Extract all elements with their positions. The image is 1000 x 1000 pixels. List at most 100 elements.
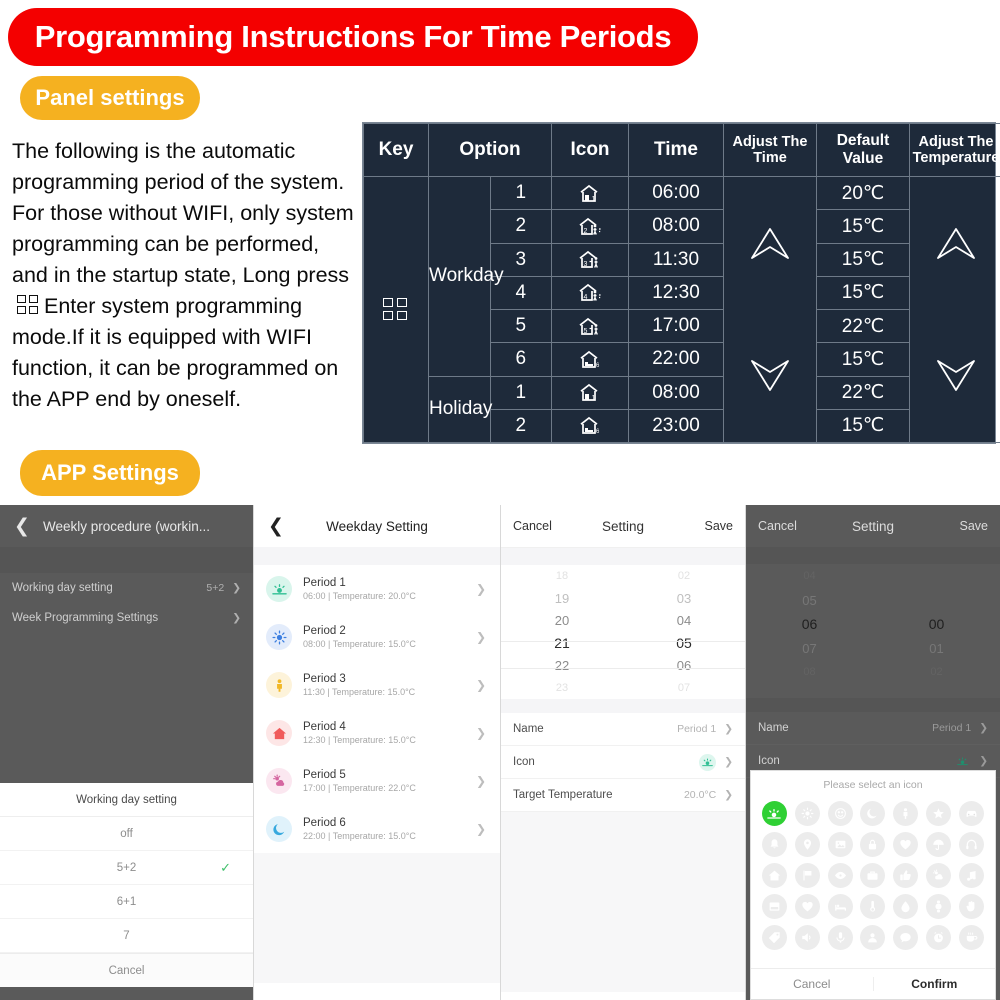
picker-value[interactable]: 03 — [623, 587, 745, 609]
icon-picker-confirm-button[interactable]: Confirm — [872, 977, 996, 991]
minute-picker-column[interactable]: 00 01 02 — [873, 564, 1000, 698]
icon-option-car-icon[interactable] — [959, 801, 985, 826]
icon-option-coffee-cup-icon[interactable] — [959, 925, 985, 950]
icon-picker-title: Please select an icon — [823, 779, 923, 791]
icon-option-alarm-clock-icon[interactable] — [926, 925, 952, 950]
field-row-target-temperature[interactable]: Target Temperature 20.0°C ❯ — [501, 779, 745, 812]
icon-picker-cancel-button[interactable]: Cancel — [751, 977, 873, 991]
period-detail: 22:00 | Temperature: 15.0°C — [303, 830, 416, 841]
list-item-period-2[interactable]: Period 2 08:00 | Temperature: 15.0°C ❯ — [254, 613, 500, 661]
action-sheet-option-off[interactable]: off — [0, 817, 253, 851]
icon-option-bed-icon[interactable] — [827, 894, 853, 919]
icon-option-person-icon[interactable] — [893, 801, 919, 826]
icon-option-heart-outline-icon[interactable] — [893, 832, 919, 857]
minute-picker-column[interactable]: 02 03 04 05 06 07 — [623, 565, 745, 699]
field-row-name[interactable]: Name Period 1 ❯ — [501, 713, 745, 746]
cancel-button[interactable]: Cancel — [758, 519, 797, 533]
icon-option-thermometer-icon[interactable] — [860, 894, 886, 919]
list-item-week-programming-settings[interactable]: Week Programming Settings ❯ — [0, 603, 253, 633]
picker-value[interactable]: 08 — [746, 660, 873, 684]
list-item-period-3[interactable]: Period 3 11:30 | Temperature: 15.0°C ❯ — [254, 661, 500, 709]
picker-value[interactable]: 04 — [623, 610, 745, 632]
icon-option-location-pin-icon[interactable] — [794, 832, 820, 857]
icon-option-flag-icon[interactable] — [794, 863, 820, 888]
picker-value-selected[interactable]: 21 — [501, 632, 623, 654]
picker-value-selected[interactable]: 06 — [746, 612, 873, 636]
cancel-button[interactable]: Cancel — [513, 519, 552, 533]
picker-value[interactable]: 18 — [501, 565, 623, 587]
icon-option-image-icon[interactable] — [827, 832, 853, 857]
picker-value[interactable]: 07 — [746, 636, 873, 660]
list-item-working-day-setting[interactable]: Working day setting 5+2 ❯ — [0, 573, 253, 603]
navbar-title: Weekly procedure (workin... — [42, 518, 211, 534]
icon-option-eye-icon[interactable] — [827, 863, 853, 888]
field-value-wrap: Period 1 ❯ — [932, 722, 988, 734]
icon-option-hand-icon[interactable] — [959, 894, 985, 919]
sun-cloud-icon — [266, 768, 292, 794]
picker-value-selected[interactable]: 05 — [623, 632, 745, 654]
list-item-period-5[interactable]: Period 5 17:00 | Temperature: 22.0°C ❯ — [254, 757, 500, 805]
icon-option-microphone-icon[interactable] — [827, 925, 853, 950]
picker-value[interactable]: 19 — [501, 587, 623, 609]
period-name: Period 2 — [303, 624, 346, 637]
action-sheet-option-6-1[interactable]: 6+1 — [0, 885, 253, 919]
picker-value[interactable]: 22 — [501, 654, 623, 676]
col-header-adjust-time: Adjust The Time — [723, 123, 817, 177]
chevron-right-icon: ❯ — [724, 789, 733, 801]
save-button[interactable]: Save — [960, 519, 989, 533]
picker-value[interactable]: 07 — [623, 677, 745, 699]
chevron-up-icon — [751, 228, 789, 260]
icon-option-chat-bubble-icon[interactable] — [893, 925, 919, 950]
icon-option-star-icon[interactable] — [926, 801, 952, 826]
icon-option-heart-icon[interactable] — [794, 894, 820, 919]
picker-value[interactable]: 01 — [873, 636, 1000, 660]
icon-option-speaker-icon[interactable] — [794, 925, 820, 950]
back-icon[interactable]: ❮ — [268, 517, 284, 536]
action-sheet-cancel-button[interactable]: Cancel — [0, 953, 253, 987]
icon-option-smiley-icon[interactable] — [827, 801, 853, 826]
icon-option-tag-icon[interactable] — [761, 925, 787, 950]
back-icon[interactable]: ❮ — [14, 517, 30, 536]
list-item-period-1[interactable]: Period 1 06:00 | Temperature: 20.0°C ❯ — [254, 565, 500, 613]
action-sheet-option-5-2[interactable]: 5+2 ✓ — [0, 851, 253, 885]
hour-picker-column[interactable]: 18 19 20 21 22 23 — [501, 565, 623, 699]
save-button[interactable]: Save — [705, 519, 734, 533]
field-row-name[interactable]: Name Period 1 ❯ — [746, 712, 1000, 745]
list-item-period-4[interactable]: Period 4 12:30 | Temperature: 15.0°C ❯ — [254, 709, 500, 757]
time-picker[interactable]: 04 05 06 07 08 00 01 02 — [746, 547, 1000, 712]
picker-value-selected[interactable]: 00 — [873, 612, 1000, 636]
picker-value[interactable]: 05 — [746, 588, 873, 612]
icon-option-umbrella-icon[interactable] — [926, 832, 952, 857]
icon-option-water-drop-icon[interactable] — [893, 894, 919, 919]
list-item-period-6[interactable]: Period 6 22:00 | Temperature: 15.0°C ❯ — [254, 805, 500, 853]
action-sheet-option-7[interactable]: 7 — [0, 919, 253, 953]
icon-option-home-icon[interactable] — [761, 863, 787, 888]
icon-option-upload-icon[interactable] — [860, 925, 886, 950]
period-time: 06:00 — [628, 175, 724, 211]
section-badge-panel-settings-label: Panel settings — [35, 85, 185, 110]
icon-option-music-note-icon[interactable] — [959, 863, 985, 888]
icon-option-sun-cloud-icon[interactable] — [926, 863, 952, 888]
picker-value[interactable]: 02 — [873, 660, 1000, 684]
icon-option-headphones-icon[interactable] — [959, 832, 985, 857]
icon-option-watch-icon[interactable] — [926, 894, 952, 919]
field-row-icon[interactable]: Icon ❯ — [501, 746, 745, 779]
icon-option-lock-icon[interactable] — [860, 832, 886, 857]
icon-option-sunrise-icon[interactable] — [761, 801, 787, 826]
icon-option-bell-icon[interactable] — [761, 832, 787, 857]
picker-value[interactable]: 04 — [746, 564, 873, 588]
picker-value[interactable]: 20 — [501, 610, 623, 632]
icon-option-sun-icon[interactable] — [794, 801, 820, 826]
icon-option-briefcase-icon[interactable] — [860, 863, 886, 888]
chevron-right-icon: ❯ — [979, 722, 988, 734]
icon-option-book-icon[interactable] — [761, 894, 787, 919]
time-picker[interactable]: 18 19 20 21 22 23 02 03 04 05 06 07 — [501, 547, 745, 713]
picker-value[interactable]: 23 — [501, 677, 623, 699]
picker-value[interactable]: 06 — [623, 654, 745, 676]
icon-option-thumbs-up-icon[interactable] — [893, 863, 919, 888]
default-temperature: 15℃ — [816, 408, 910, 444]
svg-text:6: 6 — [596, 429, 600, 435]
picker-value[interactable]: 02 — [623, 565, 745, 587]
hour-picker-column[interactable]: 04 05 06 07 08 — [746, 564, 873, 698]
icon-option-moon-icon[interactable] — [860, 801, 886, 826]
